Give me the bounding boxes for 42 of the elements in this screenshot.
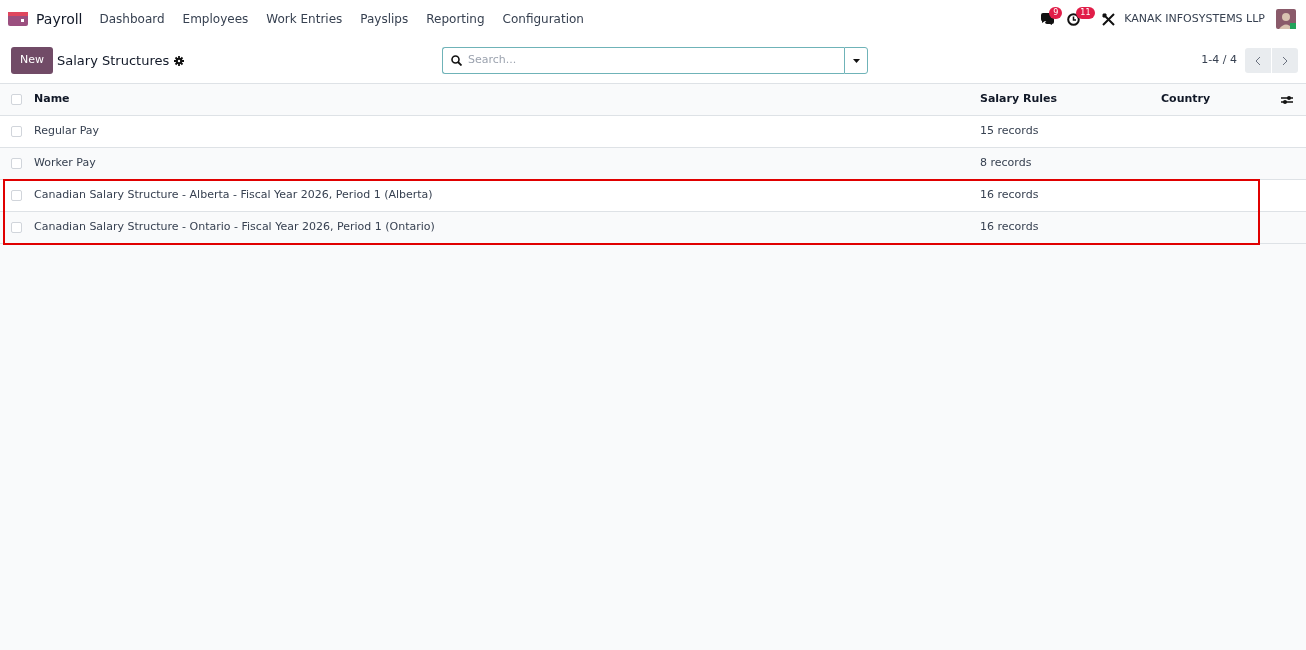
pager-value: 1-4 / 4 [1201, 52, 1237, 69]
activity-count-badge: 11 [1076, 6, 1095, 19]
menu-item[interactable]: Configuration [493, 10, 593, 28]
menu-item[interactable]: Dashboard [90, 10, 174, 28]
search-field[interactable]: Search... [442, 47, 844, 74]
table-cell[interactable]: Canadian Salary Structure - Alberta - Fiscal Year 2026, Period 1 (Alberta) [34, 187, 980, 204]
column-options-icon[interactable] [1281, 94, 1293, 105]
page-title: Salary Structures [57, 51, 170, 70]
chevron-left-icon [1255, 55, 1261, 66]
menu-item[interactable]: Reporting [417, 10, 494, 28]
column-header[interactable]: Salary Rules [980, 91, 1161, 108]
table-cell[interactable]: Canadian Salary Structure - Ontario - Fiscal Year 2026, Period 1 (Ontario) [34, 219, 980, 236]
dropdown-toggle[interactable] [844, 47, 868, 74]
user-avatar[interactable] [1276, 9, 1296, 29]
app-name[interactable]: Payroll [36, 8, 83, 30]
company-name[interactable]: KANAK INFOSYSTEMS LLP [1124, 10, 1265, 28]
table-cell[interactable]: Regular Pay [34, 123, 980, 140]
menu-item[interactable]: Work Entries [257, 10, 352, 28]
search-icon [451, 55, 462, 66]
menu-item[interactable]: Employees [173, 10, 258, 28]
select-all-checkbox[interactable] [11, 94, 22, 105]
column-header[interactable]: Country [1161, 91, 1281, 108]
column-header[interactable]: Name [34, 91, 980, 108]
row-checkbox[interactable] [11, 126, 22, 137]
clock-icon[interactable] [1067, 12, 1081, 26]
table-cell[interactable]: 15 records [980, 123, 1161, 140]
row-checkbox[interactable] [11, 222, 22, 233]
menu-item[interactable]: Payslips [351, 10, 418, 28]
search-input[interactable]: Search... [468, 52, 844, 69]
table-cell[interactable]: 16 records [980, 219, 1161, 236]
table-cell[interactable]: 8 records [980, 155, 1161, 172]
chevron-right-icon [1282, 55, 1288, 66]
table-cell[interactable]: Worker Pay [34, 155, 980, 172]
caret-icon [852, 58, 860, 63]
row-checkbox[interactable] [11, 190, 22, 201]
app-logo-icon[interactable] [8, 12, 28, 26]
message-count-badge: 9 [1049, 6, 1063, 19]
settings-icon[interactable] [174, 55, 185, 66]
table-cell[interactable]: 16 records [980, 187, 1161, 204]
tools-icon[interactable] [1102, 12, 1116, 26]
new-button[interactable]: New [11, 47, 53, 74]
row-checkbox[interactable] [11, 158, 22, 169]
